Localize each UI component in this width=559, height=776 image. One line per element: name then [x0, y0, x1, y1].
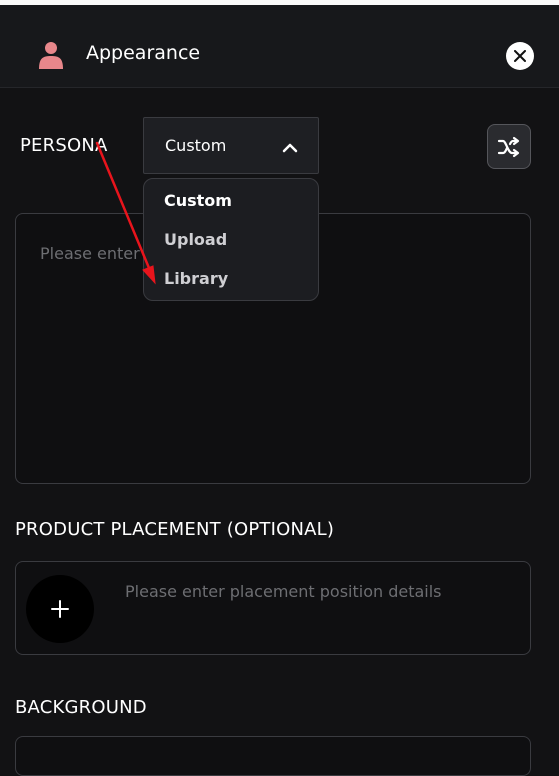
close-icon [514, 50, 526, 62]
chevron-up-icon [282, 143, 298, 153]
persona-select-value: Custom [165, 136, 227, 155]
product-placement-label: PRODUCT PLACEMENT (OPTIONAL) [15, 519, 335, 540]
persona-select[interactable]: Custom [143, 117, 319, 174]
close-button[interactable] [506, 42, 534, 70]
header: Appearance [0, 5, 559, 88]
add-product-button[interactable] [26, 575, 94, 643]
placement-placeholder: Please enter placement position details [125, 582, 442, 601]
dropdown-option-upload[interactable]: Upload [164, 230, 227, 250]
shuffle-icon [497, 136, 520, 157]
shuffle-button[interactable] [487, 124, 531, 169]
plus-icon [51, 600, 69, 618]
header-title: Appearance [86, 42, 201, 64]
persona-dropdown-menu: Custom Upload Library [143, 178, 319, 301]
person-icon [39, 42, 63, 69]
dropdown-option-library[interactable]: Library [164, 269, 228, 289]
persona-label: PERSONA [20, 135, 108, 156]
persona-textarea-placeholder: Please enter [40, 244, 140, 263]
dropdown-option-custom[interactable]: Custom [164, 191, 232, 211]
background-input[interactable] [15, 736, 531, 776]
background-label: BACKGROUND [15, 697, 147, 718]
